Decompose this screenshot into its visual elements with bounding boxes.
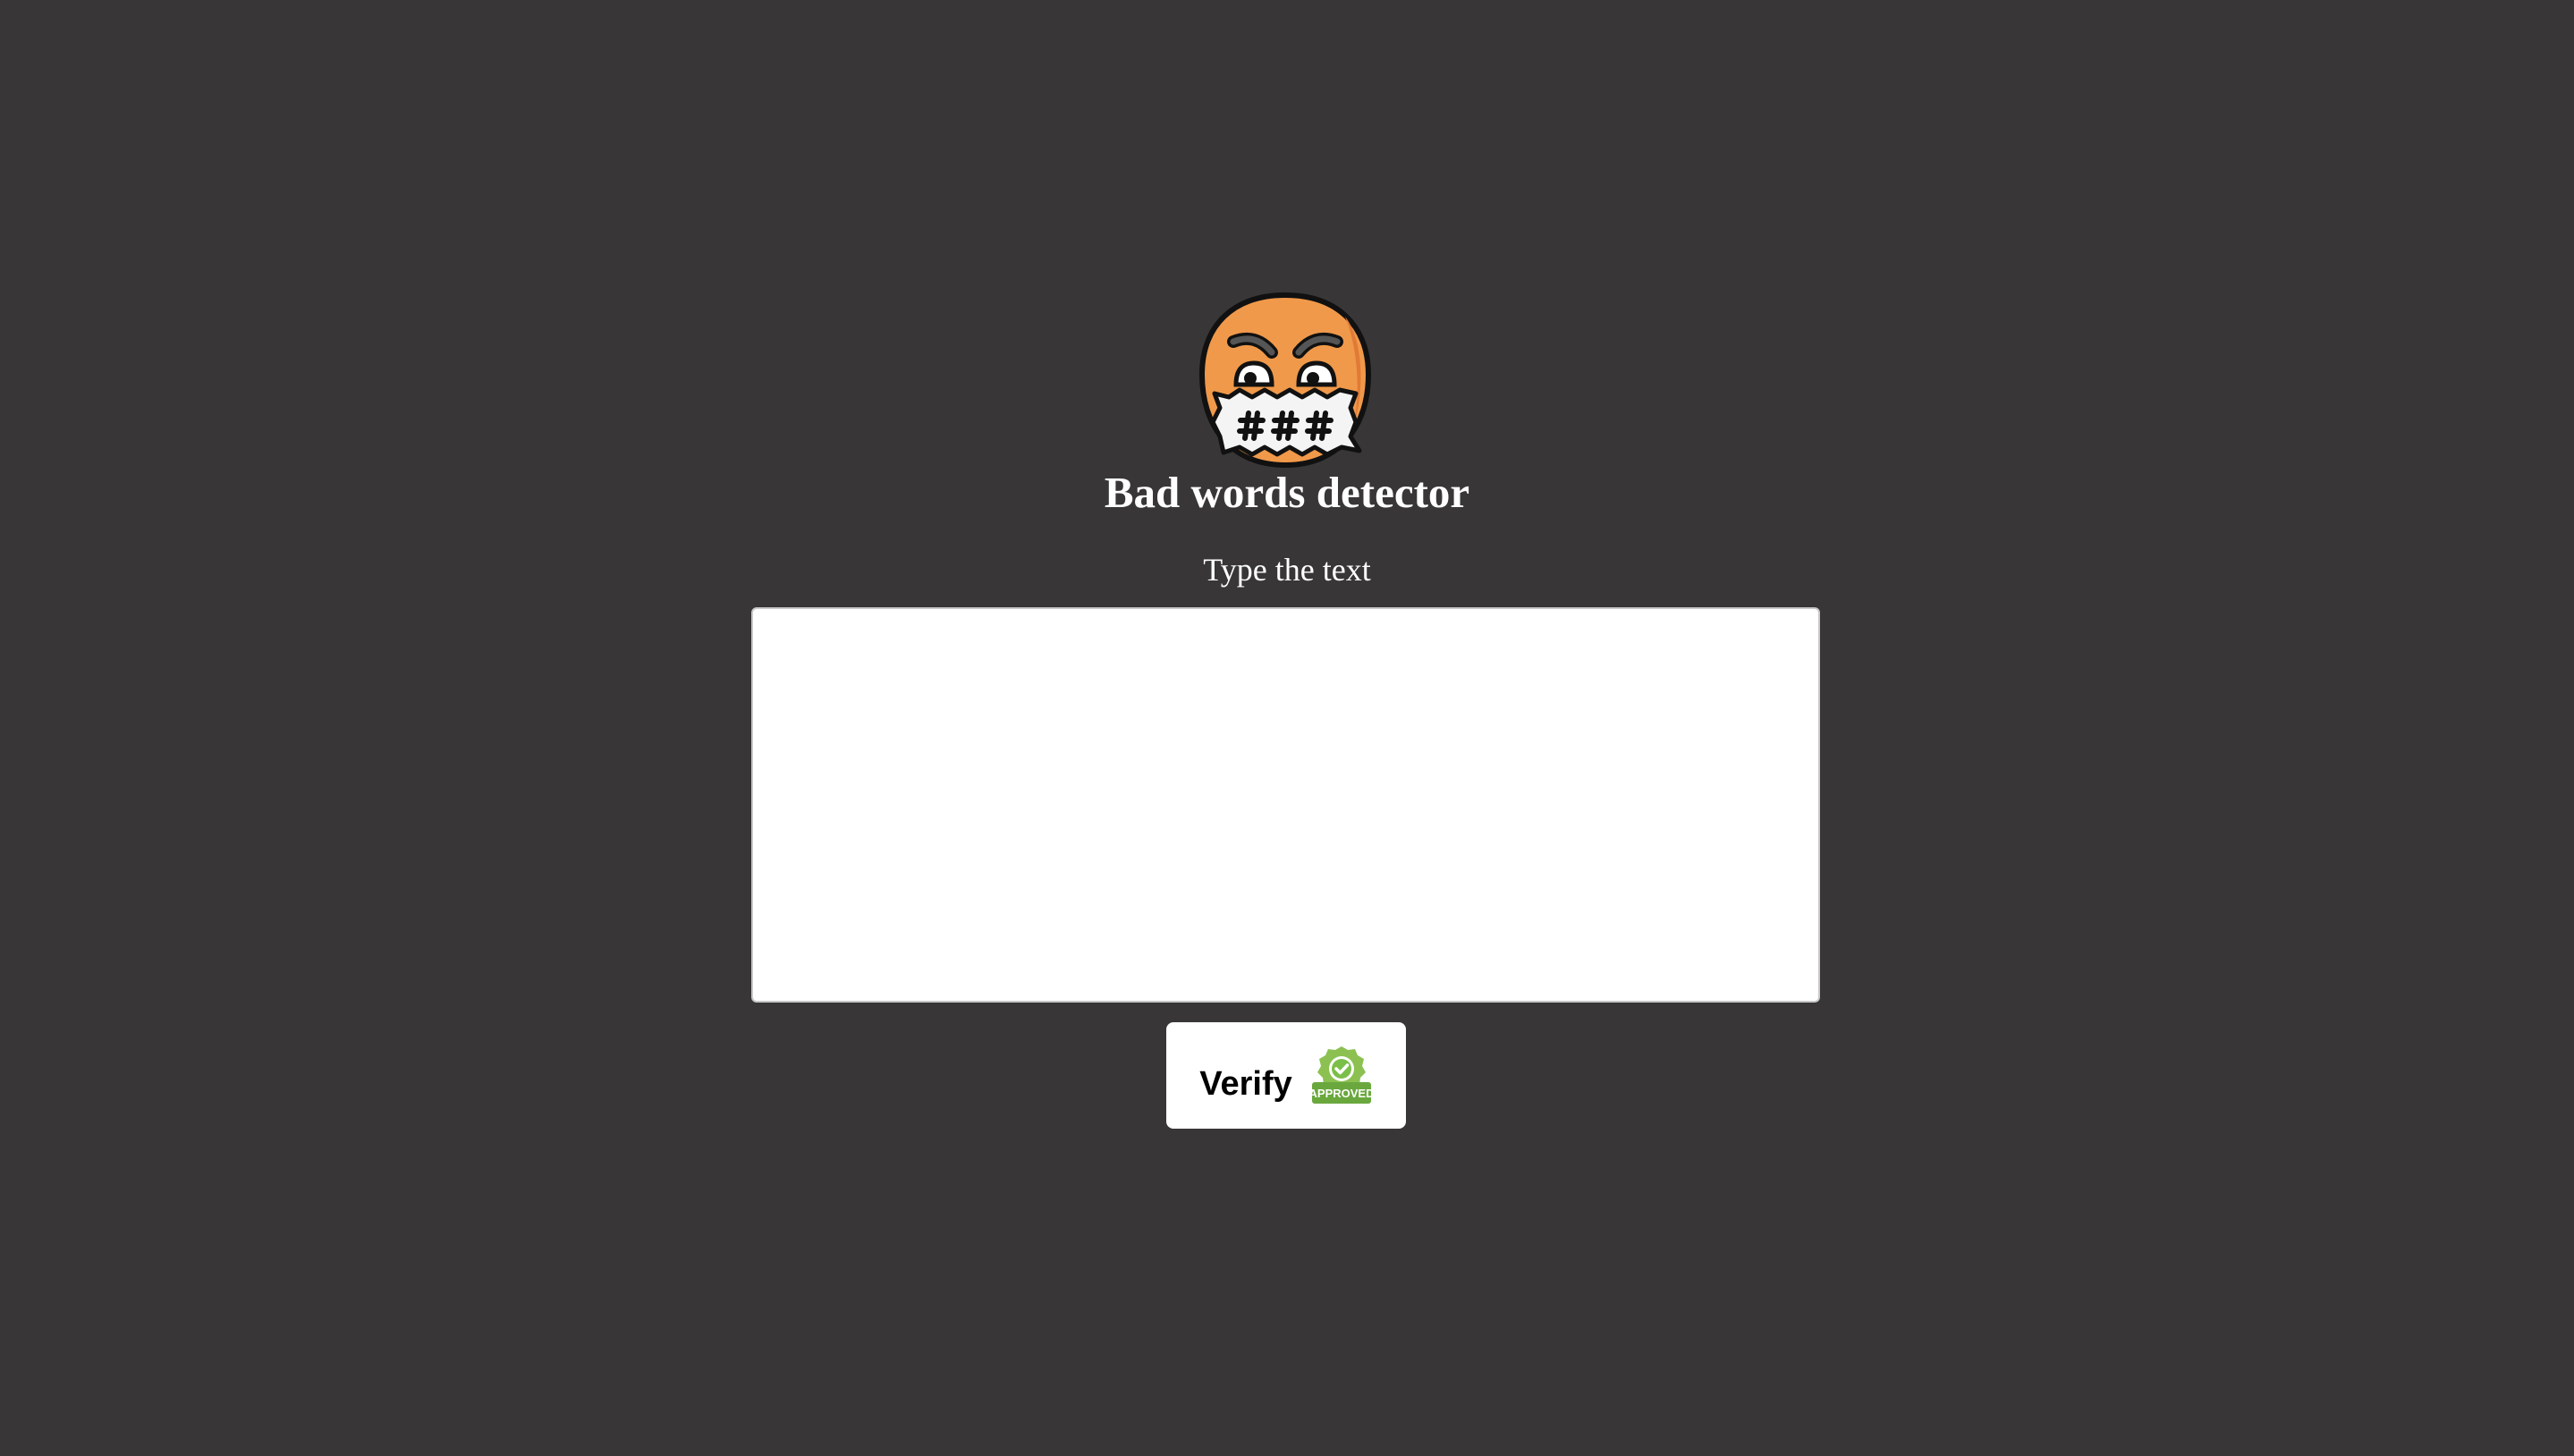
input-label: Type the text — [1203, 552, 1371, 588]
verify-button[interactable]: Verify APPROVED — [1166, 1022, 1406, 1129]
text-input[interactable] — [751, 607, 1820, 1003]
page-title: Bad words detector — [1104, 468, 1470, 517]
approved-badge-text: APPROVED — [1310, 1087, 1373, 1100]
verify-button-label: Verify — [1199, 1065, 1292, 1103]
approved-badge-icon: APPROVED — [1310, 1045, 1373, 1107]
page: Bad words detector Type the text Verify … — [0, 0, 2574, 1456]
censored-face-icon — [1193, 290, 1377, 470]
